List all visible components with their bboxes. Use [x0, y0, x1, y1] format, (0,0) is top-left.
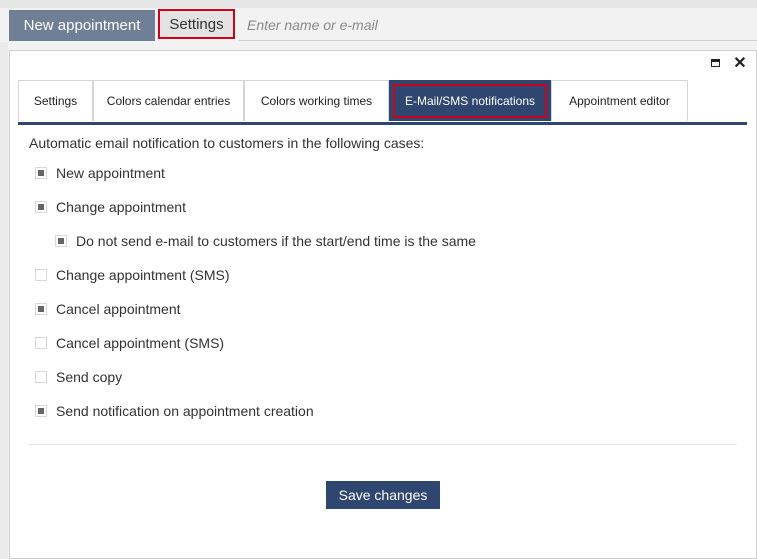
checkbox[interactable]: [35, 269, 47, 281]
tab-settings[interactable]: Settings: [18, 80, 93, 121]
option-new-appointment[interactable]: New appointment: [35, 165, 165, 181]
new-appointment-button[interactable]: New appointment: [9, 10, 155, 41]
tab-appointment-editor[interactable]: Appointment editor: [551, 80, 688, 121]
tab-label: Colors working times: [260, 94, 373, 108]
option-no-email-same-time[interactable]: Do not send e-mail to customers if the s…: [55, 233, 476, 249]
checkbox[interactable]: [35, 405, 47, 417]
tab-email-sms-notifications[interactable]: E-Mail/SMS notifications: [389, 80, 551, 121]
tab-bar: Settings Colors calendar entries Colors …: [18, 80, 747, 125]
checkbox[interactable]: [35, 201, 47, 213]
close-icon: ✕: [733, 55, 747, 72]
tab-colors-calendar-entries[interactable]: Colors calendar entries: [93, 80, 244, 121]
tab-label: Settings: [33, 94, 78, 108]
maximize-icon: [710, 59, 720, 67]
checkbox[interactable]: [35, 371, 47, 383]
background-edge: [0, 40, 8, 559]
option-label: Send copy: [56, 369, 123, 385]
option-send-copy[interactable]: Send copy: [35, 369, 122, 385]
option-notify-on-creation[interactable]: Send notification on appointment creatio…: [35, 403, 314, 419]
option-label: Cancel appointment (SMS): [56, 335, 225, 351]
option-change-appointment[interactable]: Change appointment: [35, 199, 186, 215]
option-label: Do not send e-mail to customers if the s…: [76, 233, 476, 249]
tab-label: Colors calendar entries: [106, 94, 231, 108]
option-cancel-appointment-sms[interactable]: Cancel appointment (SMS): [35, 335, 224, 351]
option-label: Send notification on appointment creatio…: [56, 403, 314, 419]
option-label: Cancel appointment: [56, 301, 181, 317]
checkbox[interactable]: [35, 303, 47, 315]
divider: [29, 444, 737, 445]
section-heading: Automatic email notification to customer…: [29, 135, 425, 151]
option-cancel-appointment[interactable]: Cancel appointment: [35, 301, 181, 317]
tab-label: E-Mail/SMS notifications: [404, 94, 536, 108]
option-label: Change appointment (SMS): [56, 267, 230, 283]
maximize-button[interactable]: [707, 55, 723, 71]
search-input[interactable]: [239, 10, 757, 41]
option-label: Change appointment: [56, 199, 186, 215]
tab-colors-working-times[interactable]: Colors working times: [244, 80, 389, 121]
checkbox[interactable]: [55, 235, 67, 247]
checkbox[interactable]: [35, 337, 47, 349]
settings-dialog: ✕ Settings Colors calendar entries Color…: [9, 50, 757, 559]
tab-active-highlight: E-Mail/SMS notifications: [393, 84, 547, 118]
option-label: New appointment: [56, 165, 165, 181]
option-change-appointment-sms[interactable]: Change appointment (SMS): [35, 267, 230, 283]
toolbar: New appointment Settings: [0, 8, 757, 42]
close-button[interactable]: ✕: [732, 55, 748, 72]
settings-button[interactable]: Settings: [158, 9, 235, 39]
checkbox[interactable]: [35, 167, 47, 179]
save-changes-button[interactable]: Save changes: [326, 481, 440, 509]
tab-label: Appointment editor: [569, 94, 670, 108]
